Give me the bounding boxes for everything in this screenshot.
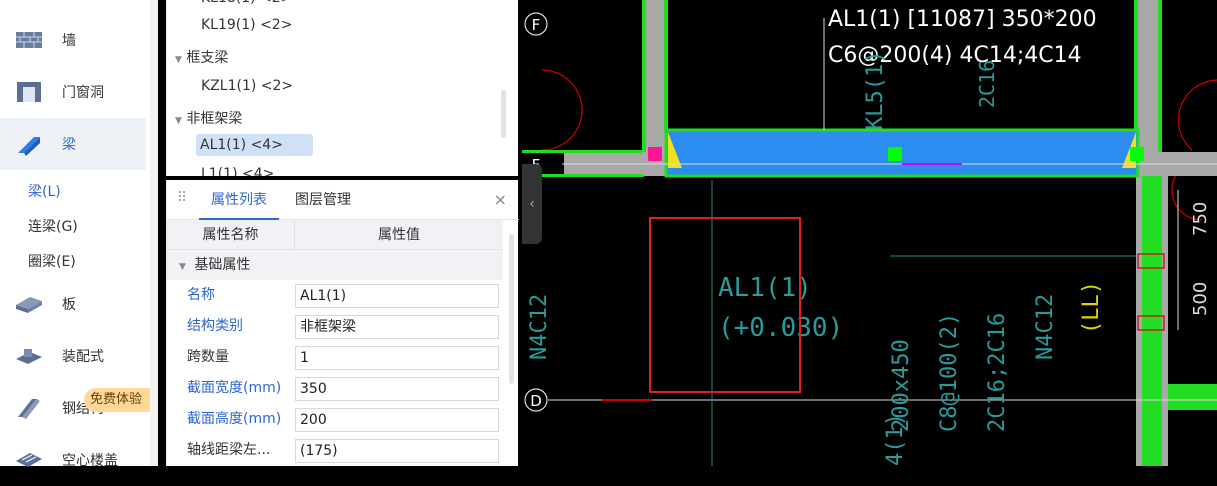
sub-item-link-beam[interactable]: 连梁(G): [28, 216, 78, 236]
property-value-input[interactable]: 非框架梁: [295, 315, 499, 339]
nav-item-prefab[interactable]: 装配式: [0, 330, 146, 382]
sub-item-ring-beam[interactable]: 圈梁(E): [28, 251, 76, 271]
nav-label: 空心楼盖: [62, 453, 118, 469]
tree-group-frame-support-beam[interactable]: ▼ 框支梁: [175, 47, 228, 67]
wall-icon: [16, 32, 42, 48]
tab-layer-management[interactable]: 图层管理: [285, 180, 361, 220]
tree-group-label: 框支梁: [186, 50, 229, 66]
slab-icon: [16, 297, 42, 313]
drag-handle-icon[interactable]: ⠿: [177, 190, 187, 206]
grip-point[interactable]: [648, 147, 662, 161]
grip-point[interactable]: [888, 147, 902, 161]
nav-item-slab[interactable]: 板: [0, 278, 146, 330]
n4c12-left-label: N4C12: [527, 294, 552, 360]
al1-name-label: AL1(1): [718, 273, 812, 303]
cad-drawing-canvas[interactable]: F F D AL1(1) [11087] 350*200 C6@200(4) 4…: [522, 0, 1217, 466]
link-beam-label: (LL): [1079, 281, 1104, 334]
kl5-label: KL5(1): [863, 51, 888, 130]
property-value-input[interactable]: AL1(1): [295, 284, 499, 308]
properties-panel: ⠿ 属性列表 图层管理 × 属性名称 属性值 ▼ 基础属性 名称 AL1(1) …: [166, 180, 519, 466]
column-header-value: 属性值: [378, 227, 420, 243]
panel-tabs: ⠿ 属性列表 图层管理 ×: [167, 180, 519, 220]
rebar-2c16-label: 2C16: [975, 60, 999, 108]
grip-point[interactable]: [1130, 147, 1144, 161]
free-trial-badge[interactable]: 免费体验: [84, 388, 150, 412]
property-row: 截面高度(mm) 200: [167, 404, 503, 435]
tree-item-al1-selected[interactable]: AL1(1) <4>: [196, 134, 313, 156]
nav-item-wall[interactable]: 墙: [0, 14, 146, 66]
property-row: 结构类别 非框架梁: [167, 311, 503, 342]
beam-outline: [664, 0, 668, 132]
property-name: 截面高度(mm): [187, 411, 282, 427]
property-row: 截面宽度(mm) 350: [167, 373, 503, 404]
dimension-750: 750: [1190, 202, 1211, 236]
property-value-input[interactable]: 350: [295, 377, 499, 401]
property-name: 结构类别: [187, 318, 243, 334]
property-value-input[interactable]: (175): [295, 439, 499, 463]
close-icon[interactable]: ×: [494, 190, 507, 209]
property-value-input[interactable]: 200: [295, 408, 499, 432]
stirrup-label: C8@100(2): [937, 313, 962, 432]
property-table-header: 属性名称 属性值: [167, 220, 503, 250]
property-value-input[interactable]: 1: [295, 346, 499, 370]
nav-label: 梁: [62, 137, 76, 153]
component-tree: KL18(1) <2> KL19(1) <2> ▼ 框支梁 KZL1(1) <2…: [166, 0, 518, 176]
property-name: 跨数量: [187, 349, 229, 365]
tree-group-non-frame-beam[interactable]: ▼ 非框架梁: [175, 108, 242, 128]
beam-outline: [522, 150, 642, 153]
rebar-label: 2C16;2C16: [985, 313, 1010, 432]
chevron-down-icon: ▼: [179, 262, 186, 272]
tree-item-kl19[interactable]: KL19(1) <2>: [201, 17, 292, 33]
property-row: 名称 AL1(1): [167, 280, 503, 311]
column-header-name: 属性名称: [167, 220, 295, 250]
beam-vertical: [1142, 176, 1162, 466]
nav-label: 墙: [62, 33, 76, 49]
al1-elevation-label: (+0.030): [718, 313, 843, 343]
left-navigation: 墙 门窗洞 梁 梁(L) 连梁(G) 圈梁(E) 板 装配式 钢结构 空心楼盖 …: [0, 0, 150, 469]
tree-item-kzl1[interactable]: KZL1(1) <2>: [201, 78, 293, 94]
nav-label: 装配式: [62, 349, 104, 365]
nav-label: 门窗洞: [62, 85, 104, 101]
tree-item-l1[interactable]: L1(1) <4>: [201, 166, 274, 176]
nav-item-beam[interactable]: 梁: [0, 118, 146, 170]
property-name: 名称: [187, 287, 215, 303]
kl4-label: 4(1): [883, 413, 908, 466]
collapse-panel-button[interactable]: ‹: [522, 164, 542, 244]
tab-property-list[interactable]: 属性列表: [199, 180, 279, 220]
group-basic-properties[interactable]: ▼ 基础属性: [167, 250, 503, 280]
sub-item-beam-l[interactable]: 梁(L): [28, 181, 61, 201]
beam-icon: [18, 137, 40, 156]
nav-label: 板: [62, 297, 76, 313]
n4c12-label: N4C12: [1033, 294, 1058, 360]
left-scrollbar[interactable]: [150, 0, 158, 466]
chevron-down-icon: ▼: [175, 116, 182, 126]
axis-label-f: F: [532, 16, 541, 34]
property-row: 轴线距梁左... (175): [167, 435, 503, 466]
tree-scrollbar[interactable]: [501, 90, 506, 138]
axis-label-d: D: [530, 392, 542, 410]
hollow-floor-icon: [16, 453, 42, 467]
prefab-icon: [16, 349, 42, 364]
property-name: 轴线距梁左...: [187, 442, 271, 458]
beam-annotation-line1: AL1(1) [11087] 350*200: [828, 7, 1097, 32]
beam-outline: [1134, 0, 1138, 132]
beam-horizontal: [1168, 384, 1217, 410]
highlight-box: [649, 217, 801, 393]
steel-icon: [18, 399, 40, 419]
dimension-500: 500: [1190, 282, 1211, 316]
door-window-icon: [17, 82, 41, 102]
tree-item-partial[interactable]: KL18(1) <2>: [201, 0, 292, 6]
property-name: 截面宽度(mm): [187, 380, 282, 396]
beam-outline: [1158, 0, 1162, 152]
nav-item-hollow-floor[interactable]: 空心楼盖: [0, 434, 146, 486]
property-row: 跨数量 1: [167, 342, 503, 373]
chevron-down-icon: ▼: [175, 55, 182, 65]
nav-item-door-window[interactable]: 门窗洞: [0, 66, 146, 118]
door-swing-arc: [1177, 79, 1217, 151]
properties-scrollbar[interactable]: [509, 234, 514, 384]
beam-outline: [642, 0, 646, 152]
tree-group-label: 非框架梁: [186, 111, 243, 127]
door-swing-arc: [541, 69, 583, 151]
group-label: 基础属性: [194, 257, 251, 273]
